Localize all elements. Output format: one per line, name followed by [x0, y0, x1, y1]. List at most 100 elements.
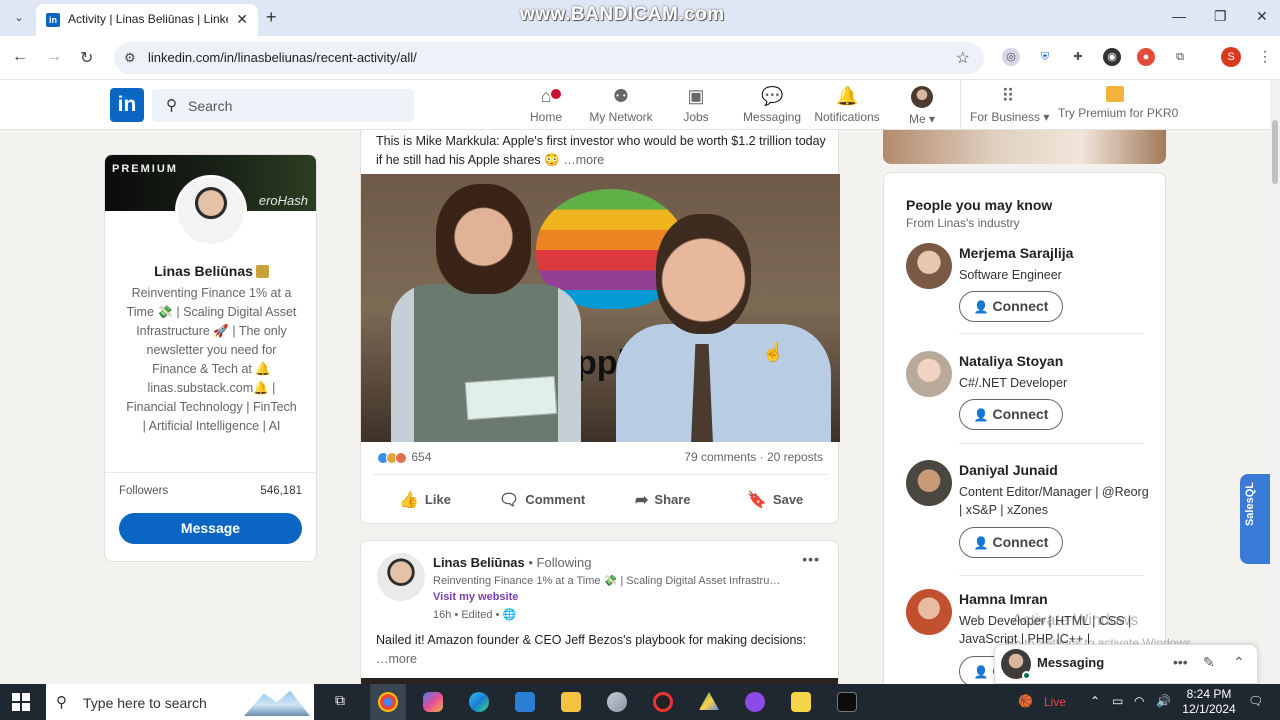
suggestion-avatar[interactable] [906, 589, 952, 635]
divider [959, 443, 1144, 444]
scrollbar-thumb[interactable] [1272, 120, 1278, 184]
page-scrollbar[interactable] [1270, 80, 1280, 684]
nav-jobs[interactable]: ▣ Jobs [680, 86, 712, 124]
suggestion-name[interactable]: Merjema Sarajlija [959, 245, 1073, 261]
address-bar[interactable]: ⚙ linkedin.com/in/linasbeliunas/recent-a… [114, 42, 984, 74]
browser-tab-active[interactable]: in Activity | Linas Beliūnas | Linked ✕ [36, 4, 258, 36]
author-name: Linas Beliūnas [433, 555, 525, 570]
post-image[interactable]: pple [361, 174, 840, 442]
connect-label: Connect [992, 406, 1049, 422]
profile-name-row[interactable]: Linas Beliūnas [105, 263, 316, 279]
save-button[interactable]: 🔖 Save [747, 490, 803, 510]
see-more-link[interactable]: …more [563, 153, 604, 167]
minimize-button[interactable]: — [1172, 8, 1186, 24]
share-button[interactable]: ➦ Share [635, 490, 691, 510]
messaging-overlay[interactable]: Messaging ••• ✎ ⌃ [994, 644, 1258, 684]
author-avatar[interactable] [377, 553, 425, 601]
connect-button[interactable]: 👤Connect [959, 527, 1063, 558]
extensions-puzzle-icon[interactable]: ⧉ [1171, 48, 1189, 66]
nav-try-premium[interactable]: Try Premium for PKR0 [1058, 86, 1178, 120]
task-view-icon[interactable]: ⧉ [330, 692, 350, 712]
site-info-icon[interactable]: ⚙ [124, 50, 136, 66]
nav-me[interactable]: Me ▾ [902, 86, 942, 126]
shield-extension-icon[interactable]: ⛨ [1036, 48, 1054, 66]
restore-button[interactable]: ❐ [1214, 8, 1227, 25]
extension-icon-4[interactable]: ◉ [1103, 48, 1121, 66]
banner-brand: eroHash [258, 193, 308, 208]
copilot-icon[interactable] [423, 692, 443, 712]
sticky-notes-icon[interactable] [791, 692, 811, 712]
forward-button[interactable]: → [46, 48, 62, 66]
extension-icon-3[interactable]: ✚ [1069, 48, 1087, 66]
live-label[interactable]: Live [1044, 695, 1066, 709]
volume-icon[interactable]: 🔊 [1156, 694, 1171, 708]
nav-for-business[interactable]: ⠿ For Business ▾ [970, 86, 1050, 124]
suggestion-avatar[interactable] [906, 243, 952, 289]
rail-ad-image[interactable] [883, 130, 1166, 164]
file-explorer-icon[interactable] [561, 692, 581, 712]
new-tab-button[interactable]: + [266, 7, 277, 28]
profile-name: Linas Beliūnas [154, 263, 253, 279]
browser-profile-avatar[interactable]: S [1221, 47, 1241, 67]
wifi-icon[interactable]: ◠ [1134, 694, 1144, 708]
share-label: Share [654, 492, 691, 507]
terminal-icon[interactable] [837, 692, 857, 712]
connect-button[interactable]: 👤Connect [959, 399, 1063, 430]
suggestion-name[interactable]: Daniyal Junaid [959, 462, 1058, 478]
notification-center-icon[interactable]: 🗨 [1248, 694, 1263, 708]
like-button[interactable]: 👍 Like [399, 490, 451, 510]
app-icon[interactable] [745, 692, 765, 712]
extension-icon-1[interactable]: ◎ [1002, 48, 1020, 66]
nav-notifications[interactable]: 🔔 Notifications [813, 86, 881, 124]
bookmark-star-icon[interactable]: ☆ [956, 48, 970, 68]
back-button[interactable]: ← [12, 48, 28, 66]
tab-close-icon[interactable]: ✕ [236, 11, 248, 28]
compose-icon[interactable]: ✎ [1203, 654, 1215, 671]
tab-search-dropdown[interactable]: ⌄ [8, 8, 30, 28]
profile-avatar[interactable] [175, 175, 247, 247]
more-options-icon[interactable]: ••• [1173, 654, 1188, 670]
connect-button[interactable]: 👤Connect [959, 291, 1063, 322]
taskbar-search-input[interactable]: ⚲ Type here to search [46, 684, 314, 720]
nav-messaging[interactable]: 💬 Messaging [742, 86, 802, 124]
battery-icon[interactable]: ▭ [1112, 694, 1123, 708]
bandicam-record-icon[interactable] [653, 692, 673, 712]
browser-menu-icon[interactable]: ⋮ [1258, 48, 1272, 65]
search-input[interactable]: ⚲ Search [152, 89, 414, 122]
suggestion-avatar[interactable] [906, 351, 952, 397]
vscode-icon[interactable] [515, 692, 535, 712]
suggestion-avatar[interactable] [906, 460, 952, 506]
linkedin-logo-icon[interactable]: in [110, 88, 144, 122]
comments-reposts-stats[interactable]: 79 comments · 20 reposts [684, 450, 823, 464]
suggestion-name[interactable]: Nataliya Stoyan [959, 353, 1063, 369]
windows-start-icon[interactable] [12, 693, 30, 711]
extension-icon-5[interactable]: ● [1137, 48, 1155, 66]
like-label: Like [424, 492, 451, 507]
chevron-up-icon[interactable]: ⌃ [1090, 694, 1100, 708]
author-name-row[interactable]: Linas Beliūnas • Following [433, 555, 591, 570]
post-options-icon[interactable]: ••• [802, 551, 820, 567]
tab-title: Activity | Linas Beliūnas | Linked [68, 12, 228, 26]
comment-button[interactable]: 🗨 Comment [499, 490, 585, 510]
nba-icon[interactable]: 🏀 [1018, 694, 1033, 708]
reactions-summary[interactable]: 654 [377, 450, 431, 467]
chrome-icon[interactable] [378, 692, 398, 712]
google-drive-icon[interactable] [699, 692, 719, 710]
taskbar-clock[interactable]: 8:24 PM 12/1/2024 [1178, 687, 1240, 717]
chevron-up-icon[interactable]: ⌃ [1233, 654, 1245, 671]
visit-website-link[interactable]: Visit my website [433, 591, 518, 603]
message-button[interactable]: Message [119, 513, 302, 544]
search-icon: ⚲ [56, 694, 67, 711]
add-person-icon: 👤 [973, 665, 989, 679]
see-more-link[interactable]: …more [376, 652, 417, 666]
nav-my-network[interactable]: ⚉ My Network [588, 86, 654, 124]
save-label: Save [772, 492, 804, 507]
suggestion-name[interactable]: Hamna Imran [959, 591, 1048, 607]
window-close-button[interactable]: ✕ [1256, 8, 1268, 25]
caret-down-icon: ▾ [1043, 110, 1050, 124]
divider [105, 472, 316, 473]
app-icon[interactable] [607, 692, 627, 712]
reload-button[interactable]: ↻ [80, 48, 93, 68]
edge-icon[interactable] [469, 692, 489, 712]
salesql-extension-tab[interactable]: SalesQL [1240, 474, 1270, 564]
